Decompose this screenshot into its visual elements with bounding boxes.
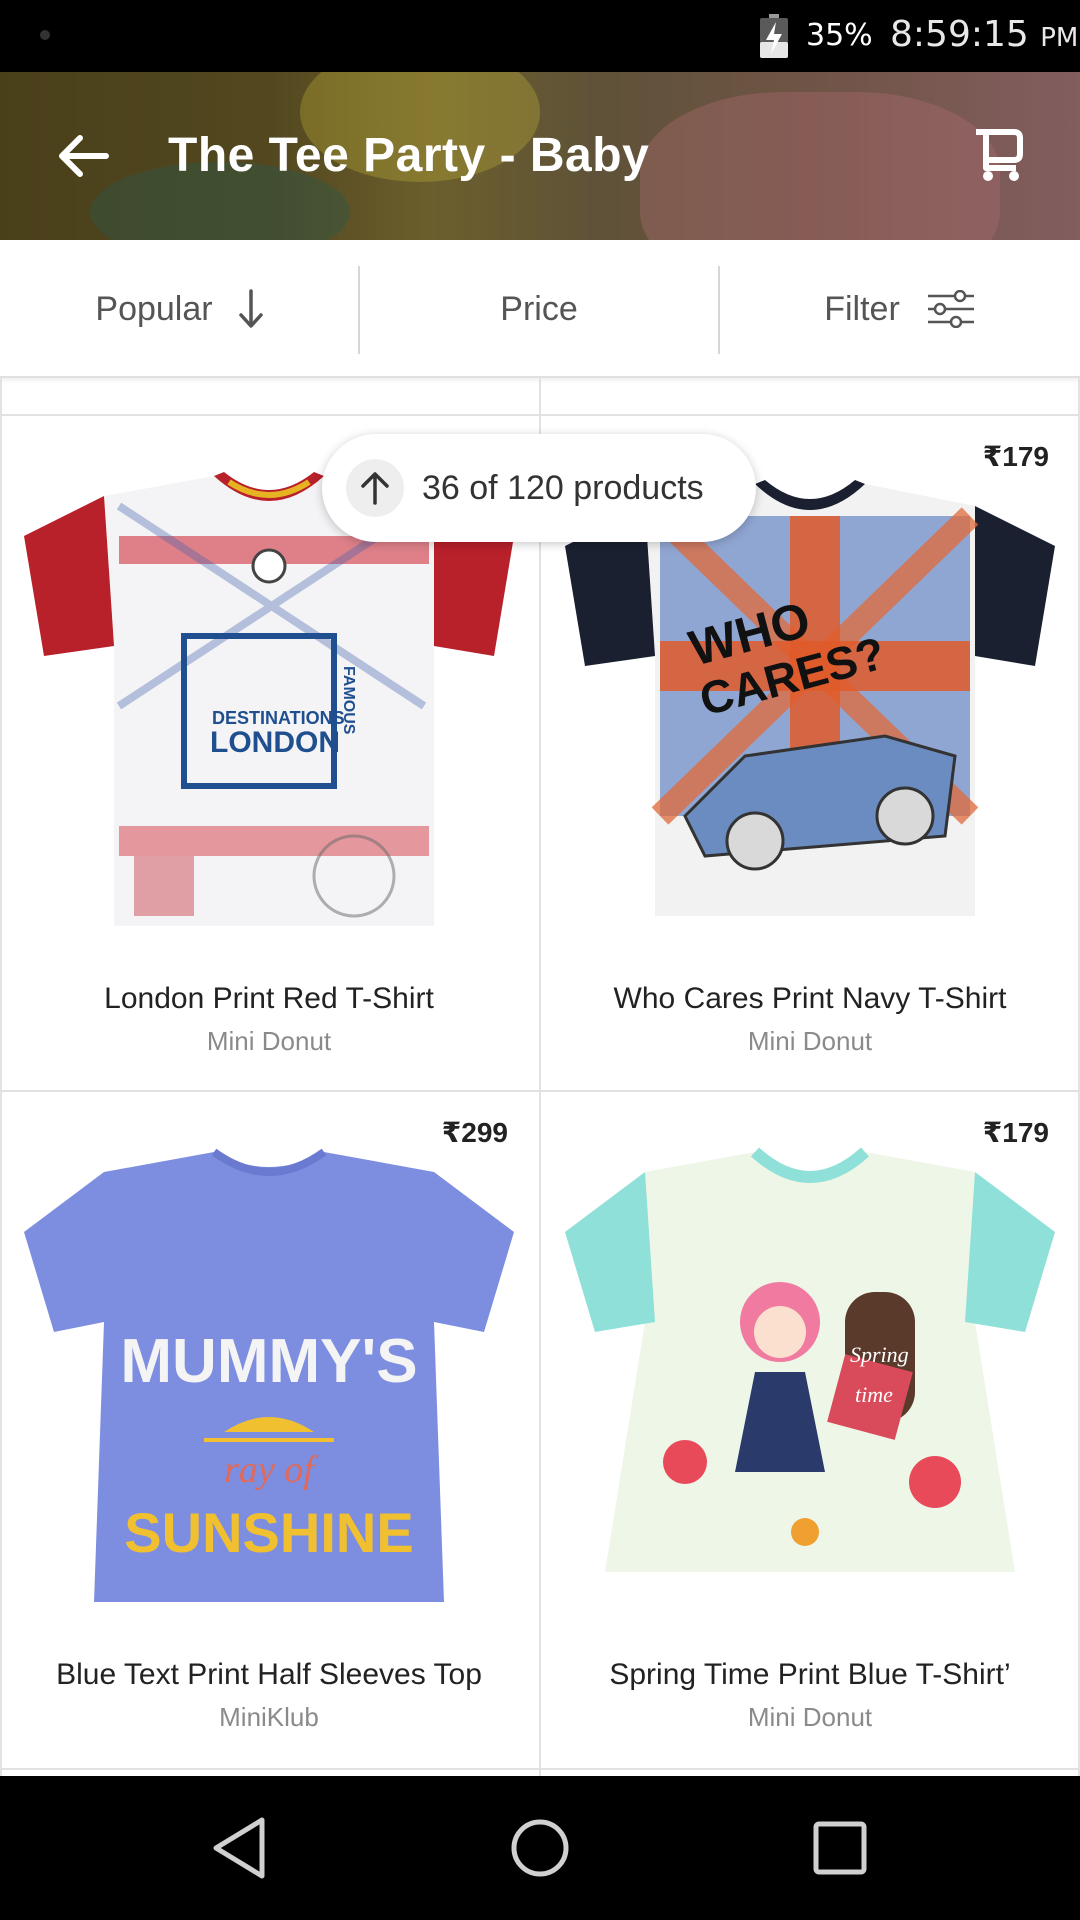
- clock-ampm: PM: [1040, 23, 1079, 53]
- product-name: Spring Time Print Blue T-Shirt’: [609, 1658, 1011, 1691]
- shirt-print-text: FAMOUS: [340, 666, 357, 735]
- shirt-print-text: Spring: [850, 1342, 909, 1367]
- notification-dot: [40, 30, 50, 40]
- arrow-down-icon: [238, 289, 263, 328]
- shirt-print-text: LONDON: [210, 726, 340, 759]
- page-title: The Tee Party - Baby: [168, 129, 650, 182]
- arrow-up-icon[interactable]: [346, 459, 404, 517]
- product-brand: Mini Donut: [747, 1026, 873, 1056]
- product-card[interactable]: ₹179 Spring time Spring Time Print Blue …: [541, 1092, 1079, 1768]
- status-bar: 35% 8:59:15 PM: [0, 0, 1080, 72]
- sort-price-button[interactable]: Price: [360, 240, 718, 378]
- price-label: Price: [500, 289, 578, 328]
- product-count-label: 36 of 120 products: [422, 468, 704, 507]
- scroll-to-top-pill[interactable]: 36 of 120 products: [322, 434, 756, 542]
- nav-home-icon[interactable]: [502, 1810, 578, 1886]
- cart-icon[interactable]: [970, 124, 1024, 182]
- shirt-print-text: MUMMY'S: [120, 1327, 417, 1396]
- sort-label: Popular: [95, 289, 213, 328]
- back-arrow-icon[interactable]: [56, 128, 112, 184]
- shirt-print-text: DESTINATIONS: [212, 708, 345, 728]
- filter-button[interactable]: Filter: [720, 240, 1080, 378]
- product-brand: Mini Donut: [206, 1026, 332, 1056]
- sort-filter-toolbar: Popular Price Filter: [0, 240, 1080, 378]
- app-bar: The Tee Party - Baby: [0, 72, 1080, 240]
- grid-divider: [0, 1768, 1080, 1770]
- product-name: London Print Red T-Shirt: [104, 982, 434, 1015]
- filter-sliders-icon: [927, 290, 974, 328]
- clock: 8:59:15 PM: [890, 14, 1078, 55]
- product-name: Who Cares Print Navy T-Shirt: [613, 982, 1007, 1015]
- shirt-print-text: SUNSHINE: [124, 1501, 413, 1564]
- nav-recents-icon[interactable]: [802, 1810, 878, 1886]
- battery-charging-icon: [760, 14, 788, 58]
- product-brand: MiniKlub: [219, 1702, 319, 1732]
- product-image[interactable]: Spring time: [565, 1132, 1055, 1602]
- clock-time: 8:59:15: [890, 14, 1029, 55]
- nav-back-icon[interactable]: [202, 1810, 278, 1886]
- shirt-print-text: ray of: [224, 1449, 318, 1491]
- filter-label: Filter: [824, 289, 900, 328]
- product-brand: Mini Donut: [747, 1702, 873, 1732]
- sort-popular-button[interactable]: Popular: [0, 240, 358, 378]
- product-name: Blue Text Print Half Sleeves Top: [56, 1658, 482, 1691]
- system-nav-bar: [0, 1776, 1080, 1920]
- product-image[interactable]: MUMMY'S ray of SUNSHINE: [24, 1132, 514, 1602]
- battery-percentage: 35%: [806, 18, 873, 53]
- shirt-print-text: time: [855, 1382, 893, 1407]
- product-card[interactable]: ₹299 MUMMY'S ray of SUNSHINE Blue Text P…: [0, 1092, 538, 1768]
